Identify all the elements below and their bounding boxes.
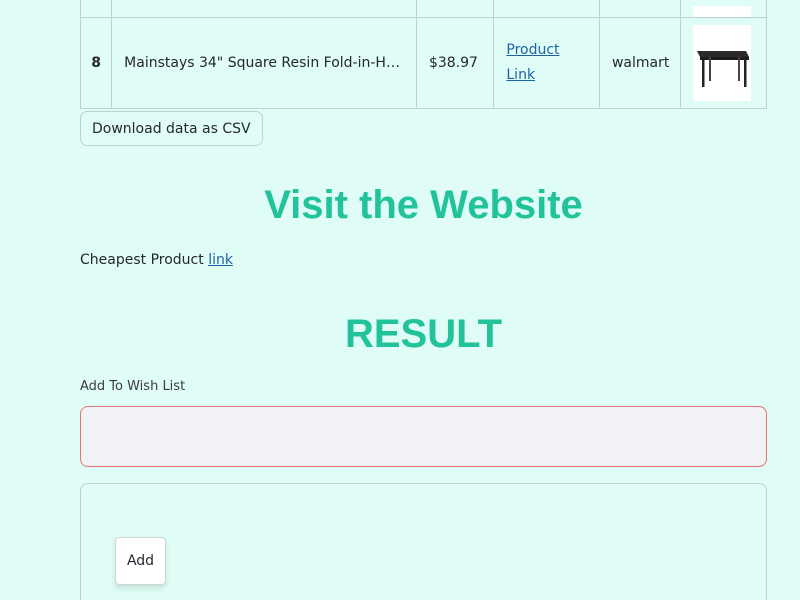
price-cell: $38.97 [415,17,495,109]
product-image [693,6,752,17]
add-button[interactable]: Add [115,537,166,585]
image-cell [680,0,767,18]
site-cell [598,0,682,18]
price-cell [415,0,495,18]
product-name-cell: Mainstays 34" Square Resin Fold-in-Half … [111,17,417,109]
row-index-cell: 8 [79,17,113,109]
product-name-cell [111,0,417,18]
page: 8 Mainstays 34" Square Resin Fold-in-Hal… [0,0,800,600]
cheapest-product-label: Cheapest Product [80,252,204,268]
table-row: 8 Mainstays 34" Square Resin Fold-in-Hal… [79,17,767,109]
results-table: 8 Mainstays 34" Square Resin Fold-in-Hal… [79,0,767,109]
table-row [79,0,767,18]
result-heading: RESULT [344,312,503,356]
cheapest-product-link[interactable]: link [208,252,233,268]
row-index-cell [79,0,113,18]
product-image [693,25,752,101]
folding-table-icon [697,51,750,87]
add-form-container [80,483,767,600]
link-cell: Product Link [493,17,600,109]
wish-list-label: Add To Wish List [80,379,186,394]
product-link[interactable]: Product Link [506,42,559,83]
image-cell [680,17,767,109]
visit-website-heading: Visit the Website [264,183,583,227]
download-csv-button[interactable]: Download data as CSV [80,111,263,146]
link-cell [493,0,600,18]
site-cell: walmart [598,17,682,109]
wish-list-input[interactable] [80,406,767,467]
cheapest-product-line: Cheapest Product link [80,252,233,268]
